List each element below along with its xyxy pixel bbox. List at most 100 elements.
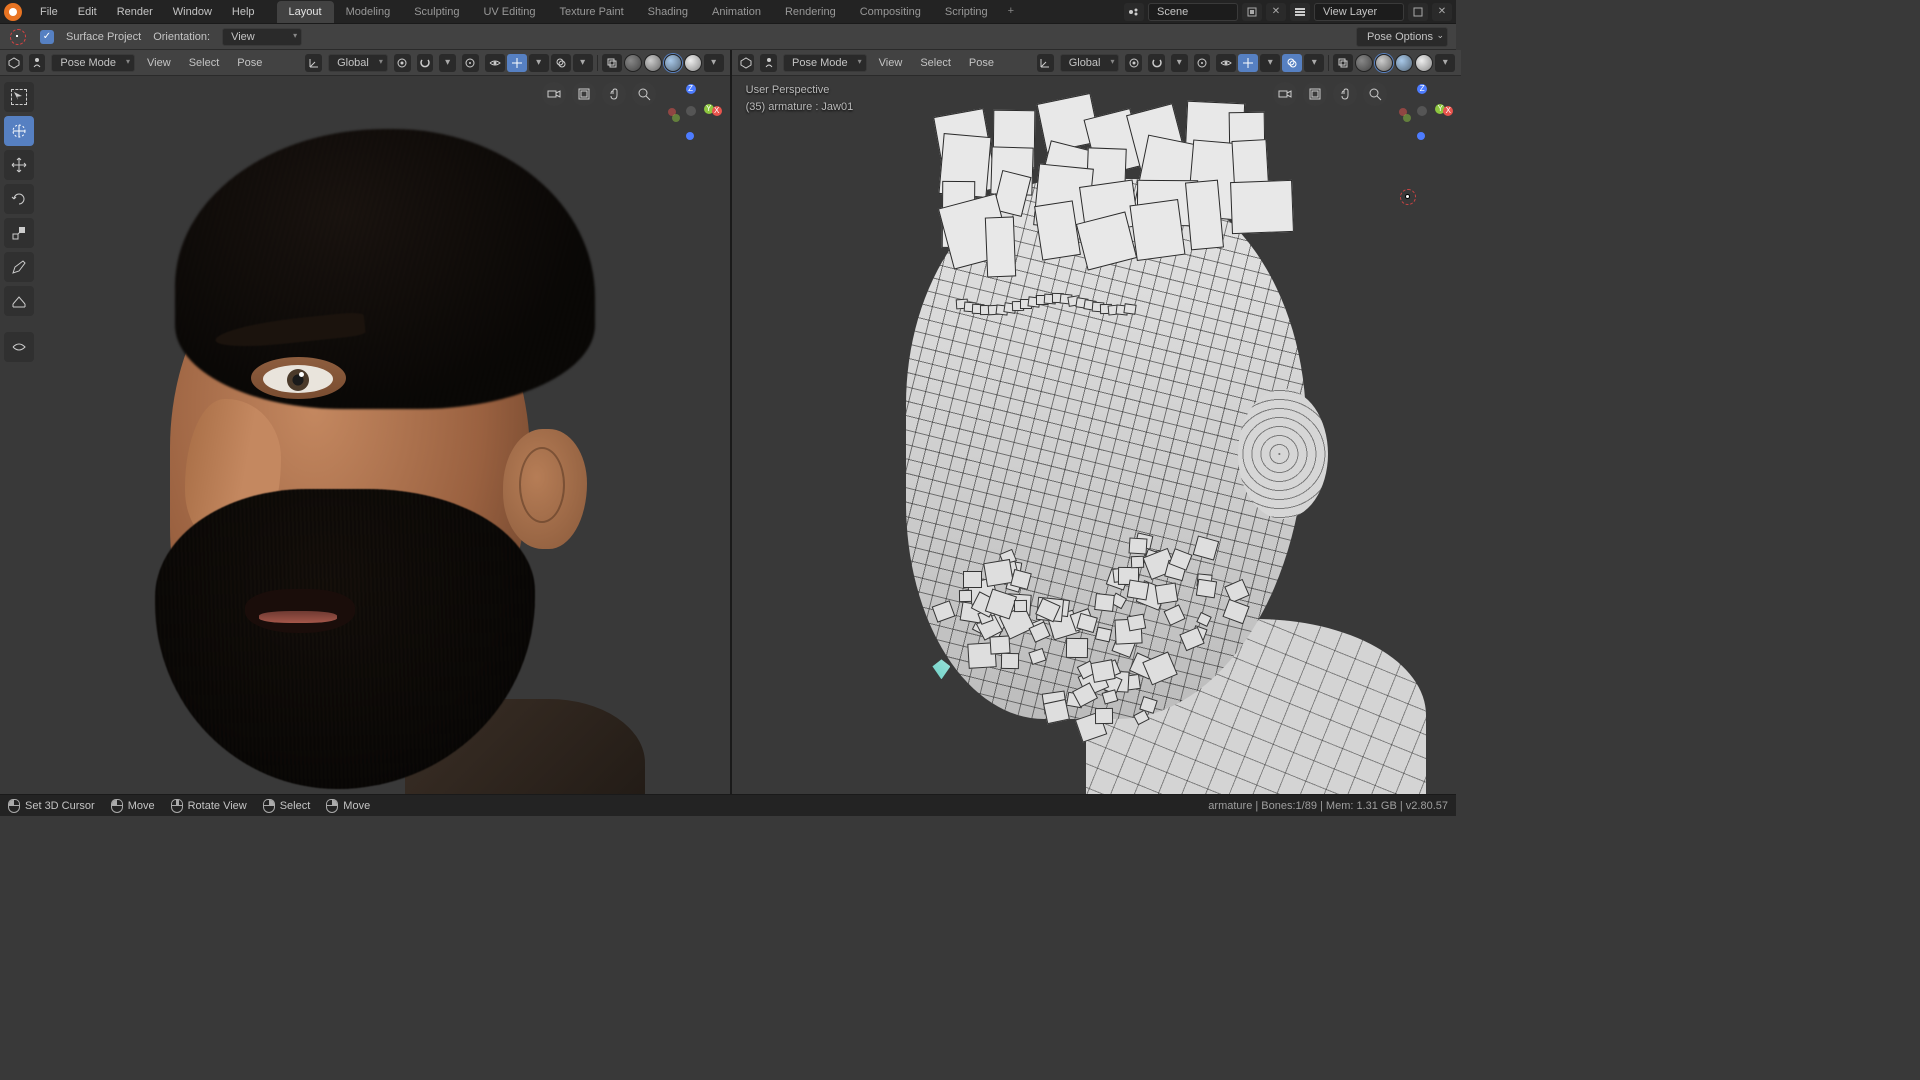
shading-options-icon[interactable]: ▾ xyxy=(704,54,724,72)
mode-icon[interactable] xyxy=(760,54,777,72)
transform-orientation-icon[interactable] xyxy=(1037,54,1054,72)
tab-modeling[interactable]: Modeling xyxy=(334,1,403,23)
proportional-icon[interactable] xyxy=(462,54,479,72)
select-box-tool[interactable] xyxy=(4,82,34,112)
move-tool[interactable] xyxy=(4,150,34,180)
overlays-options-icon[interactable]: ▾ xyxy=(1304,54,1324,72)
axis-gizmo[interactable]: Z Y X xyxy=(1389,84,1453,148)
camera-view-icon[interactable] xyxy=(1273,82,1297,106)
zoom-icon[interactable] xyxy=(1363,82,1387,106)
camera-view-icon[interactable] xyxy=(542,82,566,106)
shading-lookdev-icon[interactable] xyxy=(1395,54,1413,72)
overlays-toggle-icon[interactable] xyxy=(551,54,571,72)
object-visibility-icon[interactable] xyxy=(485,54,505,72)
tab-shading[interactable]: Shading xyxy=(636,1,700,23)
menu-help[interactable]: Help xyxy=(222,2,265,22)
menu-render[interactable]: Render xyxy=(107,2,163,22)
snap-type-icon[interactable]: ▾ xyxy=(439,54,456,72)
overlays-options-icon[interactable]: ▾ xyxy=(573,54,593,72)
transform-orientation-icon[interactable] xyxy=(305,54,322,72)
tab-compositing[interactable]: Compositing xyxy=(848,1,933,23)
axis-x[interactable]: X xyxy=(1443,106,1453,116)
pivot-icon[interactable] xyxy=(1125,54,1142,72)
vp-menu-select[interactable]: Select xyxy=(183,55,226,71)
cursor-tool[interactable] xyxy=(4,116,34,146)
shading-lookdev-icon[interactable] xyxy=(664,54,682,72)
scene-browse-icon[interactable] xyxy=(1124,3,1144,21)
proportional-icon[interactable] xyxy=(1194,54,1211,72)
pan-icon[interactable] xyxy=(602,82,626,106)
tab-sculpting[interactable]: Sculpting xyxy=(402,1,471,23)
tab-animation[interactable]: Animation xyxy=(700,1,773,23)
axis-z[interactable]: Z xyxy=(1417,84,1427,94)
gizmo-options-icon[interactable]: ▾ xyxy=(1260,54,1280,72)
gizmo-toggle-icon[interactable] xyxy=(1238,54,1258,72)
snap-icon[interactable] xyxy=(417,54,434,72)
transform-orientation-dropdown[interactable]: Global xyxy=(1060,54,1120,72)
orientation-dropdown[interactable]: View xyxy=(222,28,302,46)
viewport-right-body[interactable]: User Perspective (35) armature : Jaw01 xyxy=(732,76,1462,794)
mouse-rmb-icon xyxy=(263,799,275,813)
shading-wireframe-icon[interactable] xyxy=(1355,54,1373,72)
mode-icon[interactable] xyxy=(29,54,46,72)
overlays-toggle-icon[interactable] xyxy=(1282,54,1302,72)
mode-dropdown[interactable]: Pose Mode xyxy=(783,54,867,72)
tab-rendering[interactable]: Rendering xyxy=(773,1,848,23)
pose-options-button[interactable]: Pose Options xyxy=(1356,27,1448,47)
pivot-icon[interactable] xyxy=(394,54,411,72)
viewlayer-browse-icon[interactable] xyxy=(1290,3,1310,21)
zoom-icon[interactable] xyxy=(632,82,656,106)
viewport-left-body[interactable]: Z Y X ‹ xyxy=(0,76,730,794)
mode-dropdown[interactable]: Pose Mode xyxy=(51,54,135,72)
gizmo-toggle-icon[interactable] xyxy=(507,54,527,72)
editor-type-icon[interactable] xyxy=(738,54,755,72)
viewlayer-name-input[interactable] xyxy=(1314,3,1404,21)
shading-solid-icon[interactable] xyxy=(644,54,662,72)
axis-x[interactable]: X xyxy=(712,106,722,116)
tab-layout[interactable]: Layout xyxy=(277,1,334,23)
transform-orientation-dropdown[interactable]: Global xyxy=(328,54,388,72)
gizmo-options-icon[interactable]: ▾ xyxy=(529,54,549,72)
perspective-toggle-icon[interactable] xyxy=(1303,82,1327,106)
vp-menu-pose[interactable]: Pose xyxy=(231,55,268,71)
snap-icon[interactable] xyxy=(1148,54,1165,72)
axis-gizmo[interactable]: Z Y X xyxy=(658,84,722,148)
object-visibility-icon[interactable] xyxy=(1216,54,1236,72)
vp-menu-select[interactable]: Select xyxy=(914,55,957,71)
menu-edit[interactable]: Edit xyxy=(68,2,107,22)
shading-rendered-icon[interactable] xyxy=(684,54,702,72)
menu-file[interactable]: File xyxy=(30,2,68,22)
axis-z[interactable]: Z xyxy=(686,84,696,94)
measure-tool[interactable] xyxy=(4,286,34,316)
vp-menu-view[interactable]: View xyxy=(873,55,909,71)
separator xyxy=(1328,55,1329,71)
viewlayer-new-icon[interactable] xyxy=(1408,3,1428,21)
shading-rendered-icon[interactable] xyxy=(1415,54,1433,72)
tab-scripting[interactable]: Scripting xyxy=(933,1,1000,23)
tab-uv-editing[interactable]: UV Editing xyxy=(471,1,547,23)
perspective-toggle-icon[interactable] xyxy=(572,82,596,106)
viewlayer-delete-icon[interactable]: ✕ xyxy=(1432,3,1452,21)
rotate-tool[interactable] xyxy=(4,184,34,214)
editor-type-icon[interactable] xyxy=(6,54,23,72)
add-workspace-button[interactable]: + xyxy=(1000,1,1022,23)
shading-options-icon[interactable]: ▾ xyxy=(1435,54,1455,72)
scene-delete-icon[interactable]: ✕ xyxy=(1266,3,1286,21)
shading-wireframe-icon[interactable] xyxy=(624,54,642,72)
scale-tool[interactable] xyxy=(4,218,34,248)
rendered-character-head xyxy=(85,89,645,794)
xray-toggle-icon[interactable] xyxy=(1333,54,1353,72)
menu-window[interactable]: Window xyxy=(163,2,222,22)
vp-menu-view[interactable]: View xyxy=(141,55,177,71)
annotate-tool[interactable] xyxy=(4,252,34,282)
vp-menu-pose[interactable]: Pose xyxy=(963,55,1000,71)
scene-name-input[interactable] xyxy=(1148,3,1238,21)
breakdowner-tool[interactable] xyxy=(4,332,34,362)
pan-icon[interactable] xyxy=(1333,82,1357,106)
tab-texture-paint[interactable]: Texture Paint xyxy=(547,1,635,23)
scene-new-icon[interactable] xyxy=(1242,3,1262,21)
xray-toggle-icon[interactable] xyxy=(602,54,622,72)
snap-type-icon[interactable]: ▾ xyxy=(1171,54,1188,72)
shading-solid-icon[interactable] xyxy=(1375,54,1393,72)
surface-project-checkbox[interactable]: ✓ xyxy=(40,30,54,44)
